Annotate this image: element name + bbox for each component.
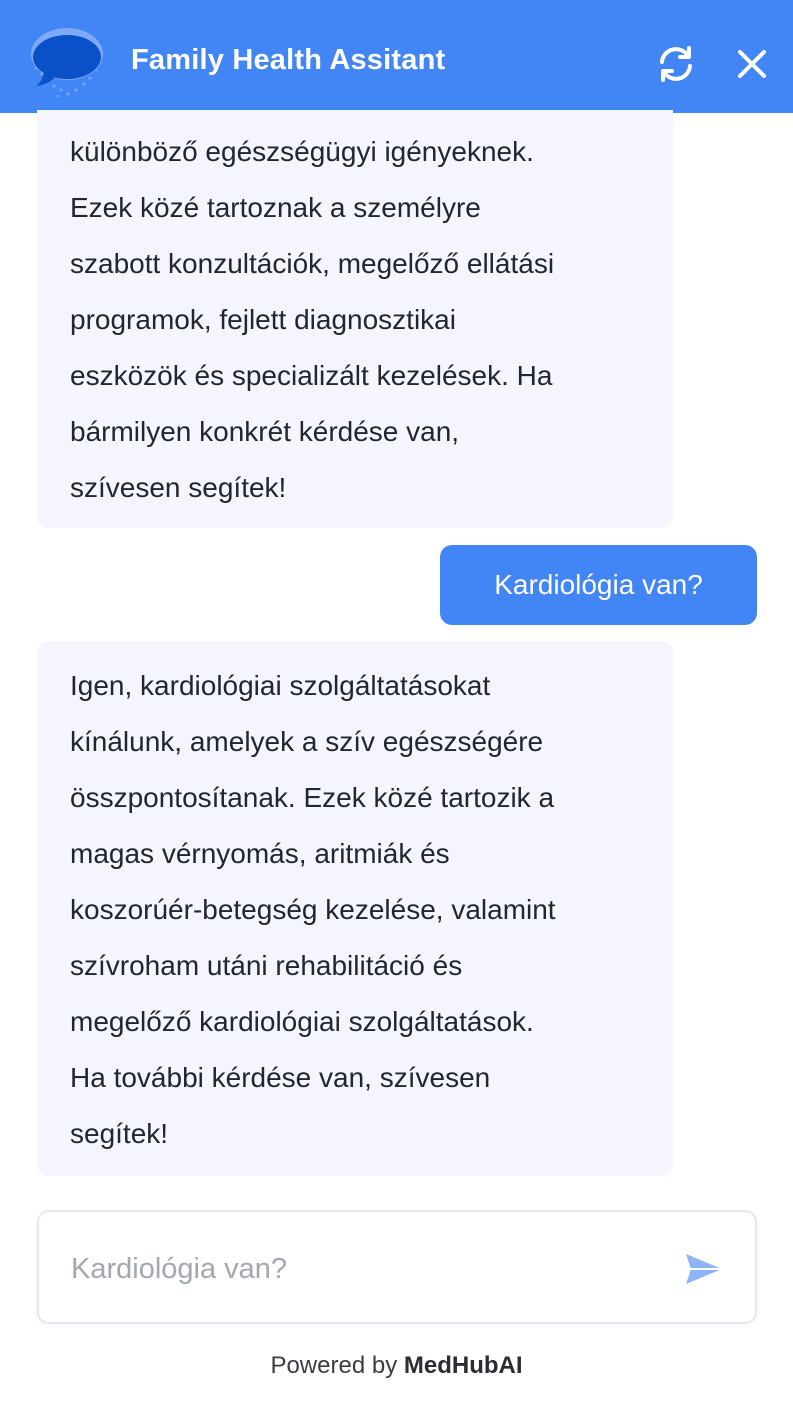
message-line: eszközök és specializált kezelések. Ha bbox=[70, 360, 553, 391]
brand-link[interactable]: MedHubAI bbox=[404, 1352, 523, 1379]
assistant-message: különböző egészségügyi igényeknek. Ezek … bbox=[37, 110, 673, 528]
message-input[interactable] bbox=[71, 1242, 671, 1296]
user-message: Kardiológia van? bbox=[440, 545, 757, 625]
message-line: magas vérnyomás, aritmiák és bbox=[70, 838, 450, 869]
powered-by-label: Powered by bbox=[270, 1352, 398, 1379]
message-line: különböző egészségügyi igényeknek. bbox=[70, 136, 534, 167]
message-line: segítek! bbox=[70, 1118, 169, 1149]
chat-bubble-logo-icon bbox=[28, 24, 106, 102]
message-line: megelőző kardiológiai szolgáltatások. bbox=[70, 1006, 534, 1037]
assistant-message: Igen, kardiológiai szolgáltatásokat kíná… bbox=[37, 641, 673, 1176]
close-icon bbox=[738, 50, 766, 78]
message-line: összpontosítanak. Ezek közé tartozik a bbox=[70, 782, 555, 813]
message-line: koszorúér-betegség kezelése, valamint bbox=[70, 894, 556, 925]
message-line: Ezek közé tartoznak a személyre bbox=[70, 192, 481, 223]
close-button[interactable] bbox=[728, 40, 776, 88]
message-line: kínálunk, amelyek a szív egészségére bbox=[70, 726, 544, 757]
message-line: szívroham utáni rehabilitáció és bbox=[70, 950, 463, 981]
send-icon bbox=[686, 1254, 722, 1284]
message-line: szívesen segítek! bbox=[70, 472, 287, 503]
message-line: Ha további kérdése van, szívesen bbox=[70, 1062, 491, 1093]
send-button[interactable] bbox=[679, 1246, 729, 1292]
message-line: szabott konzultációk, megelőző ellátási bbox=[70, 248, 555, 279]
chat-header: Family Health Assitant bbox=[0, 0, 793, 113]
message-composer bbox=[37, 1210, 757, 1324]
header-title: Family Health Assitant bbox=[131, 44, 446, 76]
message-line: Igen, kardiológiai szolgáltatásokat bbox=[70, 670, 491, 701]
powered-by-footer: Powered by MedHubAI bbox=[0, 1352, 793, 1380]
message-line: programok, fejlett diagnosztikai bbox=[70, 304, 456, 335]
refresh-button[interactable] bbox=[652, 40, 700, 88]
message-line: bármilyen konkrét kérdése van, bbox=[70, 416, 460, 447]
refresh-icon bbox=[660, 46, 692, 82]
